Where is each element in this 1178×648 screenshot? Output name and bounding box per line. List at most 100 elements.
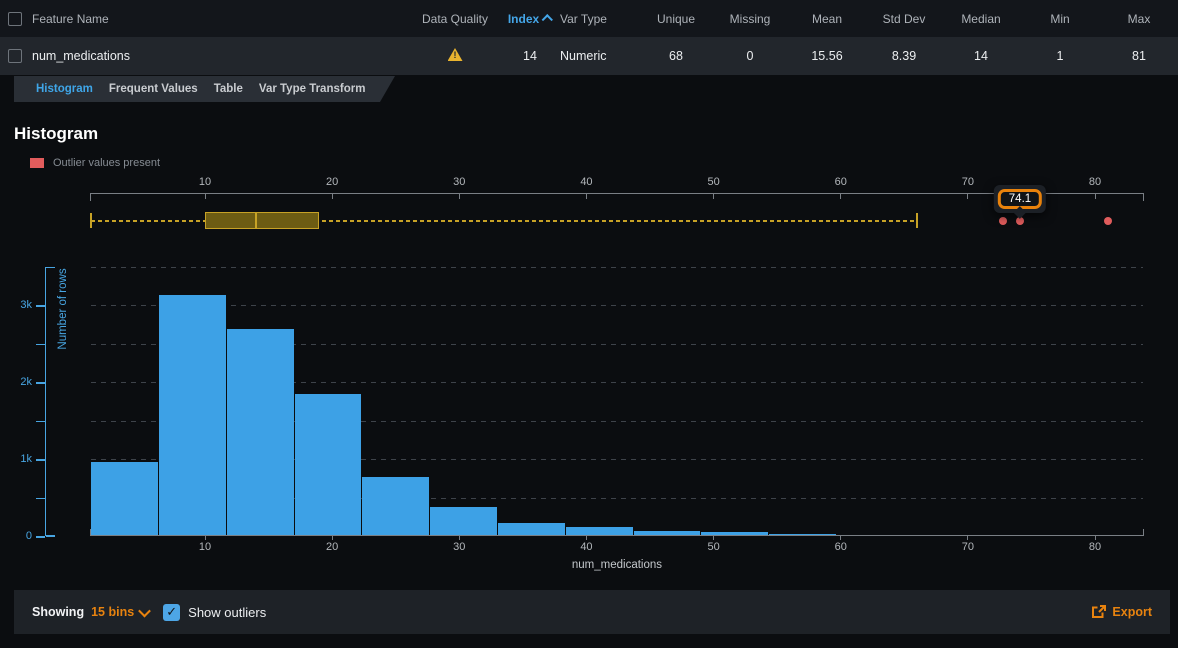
sort-ascending-icon bbox=[542, 14, 553, 25]
chevron-down-icon bbox=[138, 604, 151, 617]
column-header-data-quality[interactable]: Data Quality bbox=[410, 12, 500, 26]
column-header-min[interactable]: Min bbox=[1020, 12, 1100, 26]
histogram-bar[interactable] bbox=[701, 532, 768, 536]
x-axis-tick-label: 60 bbox=[821, 541, 861, 553]
boxplot-axis-tick-label: 50 bbox=[694, 176, 734, 188]
x-axis-tick bbox=[967, 535, 968, 540]
y-axis-tick bbox=[36, 421, 45, 423]
y-axis-tick bbox=[36, 382, 45, 384]
x-axis-end-tick bbox=[1143, 529, 1144, 536]
select-all-checkbox[interactable] bbox=[8, 12, 22, 26]
tab-var-type-transform[interactable]: Var Type Transform bbox=[259, 83, 366, 95]
feature-table-header: Feature Name Data Quality Index Var Type… bbox=[0, 0, 1178, 37]
boxplot-axis-tick-label: 20 bbox=[312, 176, 352, 188]
y-axis-tick-label: 3k bbox=[6, 299, 32, 311]
boxplot-axis-tick-label: 40 bbox=[566, 176, 606, 188]
row-cell-unique: 68 bbox=[640, 49, 712, 63]
data-quality-warning-icon[interactable] bbox=[448, 48, 463, 61]
feature-table-row[interactable]: num_medications 14 Numeric 68 0 15.56 8.… bbox=[0, 37, 1178, 75]
histogram-bar[interactable] bbox=[769, 534, 836, 536]
row-cell-index: 14 bbox=[500, 49, 560, 63]
y-axis-tick-label: 2k bbox=[6, 376, 32, 388]
boxplot-axis-tick bbox=[967, 193, 968, 199]
row-cell-data-quality bbox=[410, 48, 500, 64]
y-axis-tick bbox=[36, 498, 45, 500]
grid-line bbox=[91, 305, 1144, 306]
boxplot-axis-end-tick bbox=[1143, 193, 1144, 201]
boxplot-axis-tick bbox=[205, 193, 206, 199]
y-axis-line bbox=[45, 267, 47, 537]
x-axis-tick-label: 40 bbox=[566, 541, 606, 553]
bins-dropdown-value: 15 bins bbox=[91, 605, 134, 619]
feature-detail-tabs: Histogram Frequent Values Table Var Type… bbox=[14, 76, 395, 102]
boxplot-axis-tick-label: 30 bbox=[439, 176, 479, 188]
x-axis-tick-label: 50 bbox=[694, 541, 734, 553]
histogram-bar[interactable] bbox=[634, 531, 701, 536]
tab-frequent-values[interactable]: Frequent Values bbox=[109, 83, 198, 95]
show-outliers-checkbox[interactable] bbox=[163, 604, 180, 621]
histogram-bar[interactable] bbox=[362, 477, 429, 536]
boxplot-box[interactable] bbox=[205, 212, 319, 229]
x-axis-tick-label: 70 bbox=[948, 541, 988, 553]
column-header-unique[interactable]: Unique bbox=[640, 12, 712, 26]
boxplot-axis-tick-label: 10 bbox=[185, 176, 225, 188]
grid-line bbox=[91, 267, 1144, 268]
boxplot-axis-tick-label: 70 bbox=[948, 176, 988, 188]
y-axis-tick-label: 1k bbox=[6, 453, 32, 465]
export-icon bbox=[1091, 605, 1106, 619]
histogram-bar[interactable] bbox=[430, 507, 497, 536]
x-axis-tick bbox=[1095, 535, 1096, 540]
row-cell-max: 81 bbox=[1100, 49, 1178, 63]
histogram-bar[interactable] bbox=[498, 523, 565, 536]
x-axis-tick-label: 80 bbox=[1075, 541, 1115, 553]
feature-name-header-cell: Feature Name bbox=[0, 12, 410, 26]
y-axis-tick-label: 0 bbox=[6, 530, 32, 542]
histogram-bar[interactable] bbox=[295, 394, 362, 536]
histogram-bar[interactable] bbox=[91, 462, 158, 536]
outlier-legend-label: Outlier values present bbox=[53, 157, 160, 169]
row-cell-var-type: Numeric bbox=[560, 49, 640, 63]
outlier-legend-swatch bbox=[30, 158, 44, 168]
row-checkbox[interactable] bbox=[8, 49, 22, 63]
outlier-dot[interactable] bbox=[999, 217, 1007, 225]
boxplot-axis-tick bbox=[713, 193, 714, 199]
outlier-legend: Outlier values present bbox=[30, 157, 160, 169]
column-header-missing[interactable]: Missing bbox=[712, 12, 788, 26]
tab-histogram[interactable]: Histogram bbox=[36, 83, 93, 95]
y-axis-title: Number of rows bbox=[57, 236, 69, 382]
boxplot-whisker-cap-low bbox=[90, 213, 92, 228]
column-header-median[interactable]: Median bbox=[942, 12, 1020, 26]
histogram-bar[interactable] bbox=[159, 295, 226, 536]
export-label: Export bbox=[1112, 605, 1152, 619]
y-axis-tick bbox=[36, 536, 45, 538]
export-button[interactable]: Export bbox=[1091, 605, 1152, 619]
row-cell-median: 14 bbox=[942, 49, 1020, 63]
column-header-var-type[interactable]: Var Type bbox=[560, 12, 640, 26]
x-axis-tick-label: 10 bbox=[185, 541, 225, 553]
row-cell-mean: 15.56 bbox=[788, 49, 866, 63]
tab-table[interactable]: Table bbox=[214, 83, 243, 95]
column-header-index[interactable]: Index bbox=[500, 12, 560, 26]
boxplot-axis-tick-label: 80 bbox=[1075, 176, 1115, 188]
boxplot-axis-tick bbox=[459, 193, 460, 199]
column-header-max[interactable]: Max bbox=[1100, 12, 1178, 26]
histogram-bar[interactable] bbox=[566, 527, 633, 536]
bins-dropdown[interactable]: 15 bins bbox=[91, 605, 149, 619]
show-outliers-label[interactable]: Show outliers bbox=[188, 605, 266, 620]
boxplot-whisker-cap-high bbox=[916, 213, 918, 228]
boxplot-axis-tick bbox=[586, 193, 587, 199]
histogram-bar[interactable] bbox=[837, 535, 904, 536]
column-header-feature-name[interactable]: Feature Name bbox=[32, 12, 109, 26]
histogram-bar[interactable] bbox=[227, 329, 294, 536]
boxplot-axis-end-tick bbox=[90, 193, 91, 201]
y-axis-tick bbox=[36, 344, 45, 346]
column-header-mean[interactable]: Mean bbox=[788, 12, 866, 26]
boxplot-axis-tick-label: 60 bbox=[821, 176, 861, 188]
row-cell-min: 1 bbox=[1020, 49, 1100, 63]
column-header-std-dev[interactable]: Std Dev bbox=[866, 12, 942, 26]
chart-footer-bar: Showing 15 bins Show outliers Export bbox=[14, 590, 1170, 634]
outlier-dot[interactable] bbox=[1104, 217, 1112, 225]
boxplot-axis-tick bbox=[332, 193, 333, 199]
feature-name-value: num_medications bbox=[32, 49, 130, 63]
boxplot-tooltip: 74.1 bbox=[994, 185, 1046, 213]
